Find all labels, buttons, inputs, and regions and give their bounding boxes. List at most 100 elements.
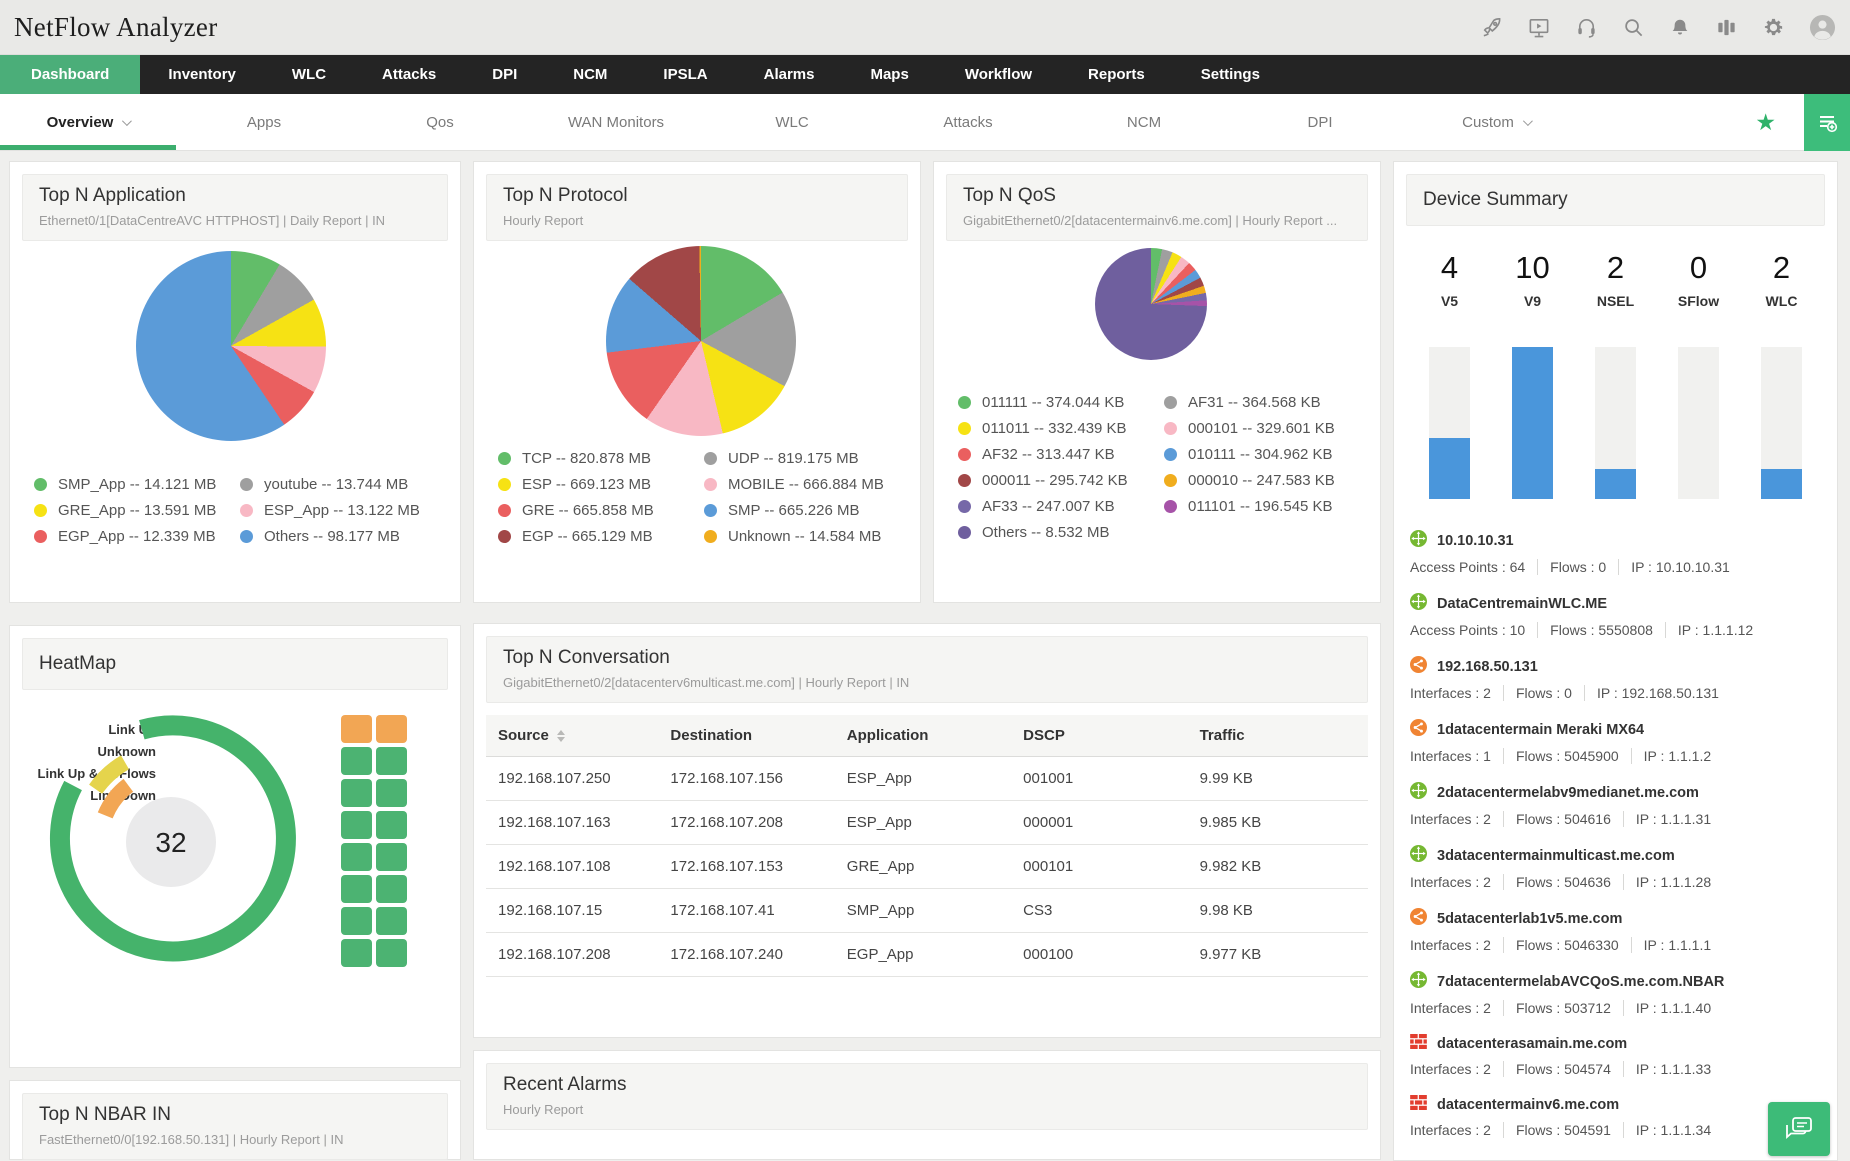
legend-item: SMP -- 665.226 MB <box>704 502 910 519</box>
heatmap-cell-ok[interactable] <box>376 811 407 839</box>
column-header-source[interactable]: Source <box>486 715 663 757</box>
device-stat: Flows : 5550808 <box>1537 622 1653 638</box>
device-name[interactable]: datacenterasamain.me.com <box>1437 1036 1627 1052</box>
table-cell: 9.99 KB <box>1191 756 1368 801</box>
table-cell: EGP_App <box>838 932 1016 977</box>
nav-item-attacks[interactable]: Attacks <box>354 55 464 94</box>
notifications-bell-icon[interactable] <box>1669 16 1691 39</box>
nav-item-alarms[interactable]: Alarms <box>736 55 843 94</box>
heatmap-cell-ok[interactable] <box>376 747 407 775</box>
subnav-item-apps[interactable]: Apps <box>176 114 352 131</box>
version-bar-v5 <box>1429 347 1470 499</box>
device-name[interactable]: 3datacentermainmulticast.me.com <box>1437 848 1675 864</box>
subnav-item-qos[interactable]: Qos <box>352 114 528 131</box>
device-stat: Access Points : 64 <box>1410 559 1526 575</box>
column-header-application[interactable]: Application <box>838 715 1016 757</box>
device-list-item: datacenterasamain.me.com Interfaces : 2 Fl… <box>1410 1034 1829 1077</box>
device-stats: Interfaces : 2 Flows : 504591 IP : 1.1.1.3… <box>1410 1122 1829 1138</box>
legend-item: UDP -- 819.175 MB <box>704 450 910 467</box>
table-cell: 172.168.107.208 <box>662 800 839 845</box>
table-row: 192.168.107.108 172.168.107.153 GRE_App 000… <box>486 844 1368 889</box>
application-pie-chart[interactable] <box>136 251 326 441</box>
subnav-item-wan-monitors[interactable]: WAN Monitors <box>528 114 704 131</box>
nav-item-dashboard[interactable]: Dashboard <box>0 55 141 94</box>
legend-color-dot <box>498 504 511 517</box>
card-header: Device Summary <box>1406 174 1825 226</box>
chat-support-button[interactable] <box>1768 1102 1830 1156</box>
sort-icon[interactable] <box>556 730 565 743</box>
nav-item-ipsla[interactable]: IPSLA <box>635 55 735 94</box>
apps-columns-icon[interactable] <box>1715 16 1738 39</box>
nav-item-settings[interactable]: Settings <box>1173 55 1288 94</box>
qos-legend: 011111 -- 374.044 KB 011011 -- 332.439 KB… <box>958 394 1370 541</box>
device-stats: Access Points : 10 Flows : 5550808 IP : 1.… <box>1410 622 1829 638</box>
heatmap-cell-ok[interactable] <box>376 939 407 967</box>
heatmap-cell-ok[interactable] <box>341 939 372 967</box>
device-name[interactable]: 1datacentermain Meraki MX64 <box>1437 722 1644 738</box>
card-title: Top N NBAR IN <box>39 1104 171 1125</box>
nav-item-reports[interactable]: Reports <box>1060 55 1173 94</box>
nav-item-inventory[interactable]: Inventory <box>140 55 264 94</box>
heatmap-gauge-chart[interactable]: 32 <box>21 692 321 992</box>
nav-item-ncm[interactable]: NCM <box>545 55 635 94</box>
heatmap-cell-warning[interactable] <box>341 715 372 743</box>
protocol-pie-chart[interactable] <box>606 246 796 436</box>
heatmap-cell-warning[interactable] <box>376 715 407 743</box>
presentation-icon[interactable] <box>1527 16 1551 39</box>
device-stat: Interfaces : 2 <box>1410 1122 1491 1138</box>
column-header-destination[interactable]: Destination <box>662 715 839 757</box>
table-cell: 9.98 KB <box>1191 888 1368 933</box>
heatmap-cell-ok[interactable] <box>376 779 407 807</box>
device-name[interactable]: DataCentremainWLC.ME <box>1437 596 1607 612</box>
table-row: 192.168.107.15 172.168.107.41 SMP_App CS3 9.… <box>486 888 1368 933</box>
subnav-item-overview[interactable]: Overview <box>0 114 176 131</box>
subnav-item-custom[interactable]: Custom <box>1408 114 1584 131</box>
legend-label: 000011 -- 295.742 KB <box>982 472 1128 489</box>
legend-item: 000101 -- 329.601 KB <box>1164 420 1370 437</box>
nav-item-dpi[interactable]: DPI <box>464 55 545 94</box>
device-name[interactable]: datacentermainv6.me.com <box>1437 1097 1619 1113</box>
heatmap-cell-ok[interactable] <box>341 843 372 871</box>
subnav-item-attacks[interactable]: Attacks <box>880 114 1056 131</box>
card-subtitle: Ethernet0/1[DataCentreAVC HTTPHOST] | Da… <box>39 213 386 228</box>
device-name[interactable]: 192.168.50.131 <box>1437 659 1538 675</box>
firewall-device-icon <box>1410 1095 1427 1115</box>
nav-item-workflow[interactable]: Workflow <box>937 55 1060 94</box>
heatmap-cell-ok[interactable] <box>341 875 372 903</box>
subnav-item-wlc[interactable]: WLC <box>704 114 880 131</box>
search-icon[interactable] <box>1622 16 1645 39</box>
rocket-icon[interactable] <box>1480 16 1503 39</box>
heatmap-cell-ok[interactable] <box>376 907 407 935</box>
nav-item-wlc[interactable]: WLC <box>264 55 354 94</box>
subnav-item-ncm[interactable]: NCM <box>1056 114 1232 131</box>
column-header-dscp[interactable]: DSCP <box>1015 715 1192 757</box>
heatmap-cell-ok[interactable] <box>376 843 407 871</box>
heatmap-cell-ok[interactable] <box>341 811 372 839</box>
card-header: Recent Alarms Hourly Report <box>486 1063 1368 1130</box>
version-count-nsel: 2 NSEL <box>1574 250 1657 309</box>
card-top-n-qos: Top N QoS GigabitEthernet0/2[datacenterm… <box>933 161 1381 603</box>
settings-gear-icon[interactable] <box>1762 16 1785 39</box>
device-stats: Access Points : 64 Flows : 0 IP : 10.10.10… <box>1410 559 1829 575</box>
card-title: Top N Protocol <box>503 185 628 206</box>
column-header-traffic[interactable]: Traffic <box>1191 715 1368 757</box>
device-name[interactable]: 5datacenterlab1v5.me.com <box>1437 911 1622 927</box>
add-dashboard-icon[interactable] <box>1804 93 1850 151</box>
heatmap-cell-ok[interactable] <box>341 907 372 935</box>
star-icon[interactable]: ★ <box>1755 110 1776 134</box>
heatmap-cell-ok[interactable] <box>376 875 407 903</box>
subnav-item-dpi[interactable]: DPI <box>1232 114 1408 131</box>
device-name[interactable]: 7datacentermelabAVCQoS.me.com.NBAR <box>1437 974 1724 990</box>
heatmap-cell-ok[interactable] <box>341 779 372 807</box>
card-recent-alarms: Recent Alarms Hourly Report <box>473 1050 1381 1160</box>
qos-pie-chart[interactable] <box>1095 248 1207 360</box>
heatmap-cell-ok[interactable] <box>341 747 372 775</box>
firewall-device-icon <box>1410 1034 1427 1054</box>
user-avatar[interactable] <box>1809 14 1836 41</box>
main-nav: Dashboard Inventory WLC Attacks DPI NCM IPSLA A… <box>0 55 1850 94</box>
device-name[interactable]: 2datacentermelabv9medianet.me.com <box>1437 785 1699 801</box>
support-headset-icon[interactable] <box>1575 16 1598 39</box>
version-bar-cell <box>1574 347 1657 499</box>
nav-item-maps[interactable]: Maps <box>842 55 936 94</box>
device-name[interactable]: 10.10.10.31 <box>1437 533 1514 549</box>
